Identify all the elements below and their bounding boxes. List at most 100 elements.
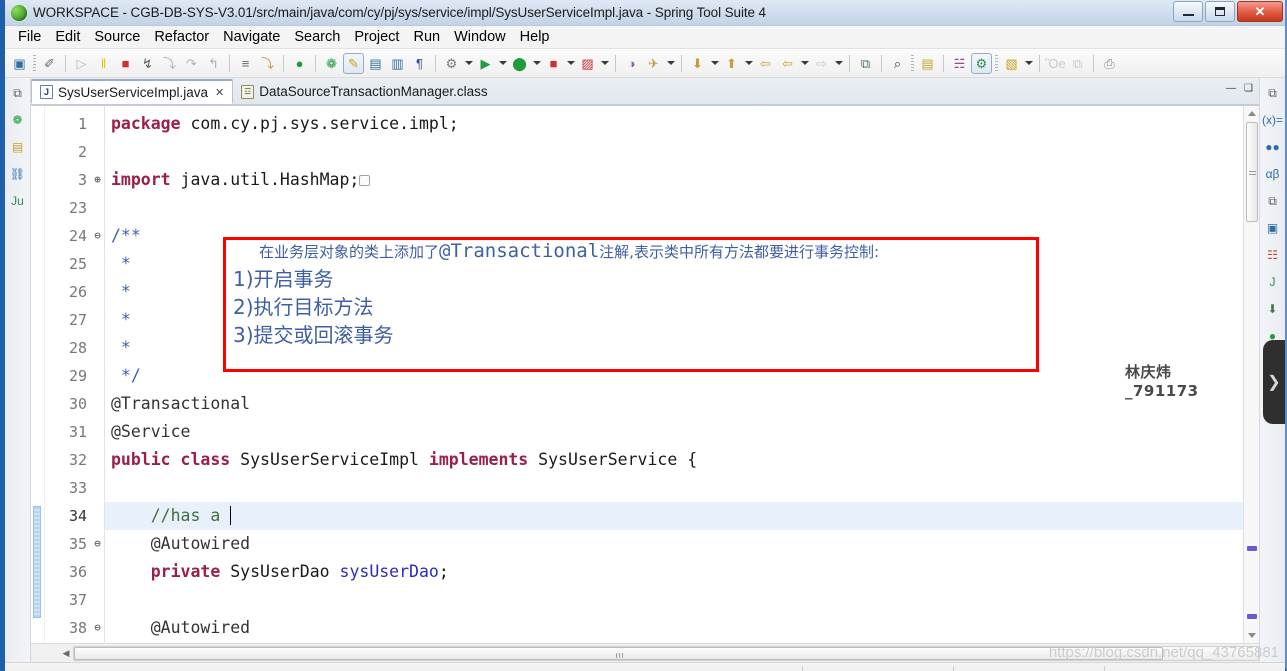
menu-item-search[interactable]: Search [287,28,347,46]
fold-toggle[interactable] [91,138,104,166]
chevron-down-icon[interactable] [743,61,754,65]
scroll-left-arrow[interactable]: ◀ [59,648,73,659]
back-icon[interactable]: ⇦ [755,53,776,74]
terminate-icon[interactable]: ■ [115,53,136,74]
drop-to-frame-icon[interactable]: ⤵ [257,53,278,74]
code-line[interactable]: @Autowired [105,614,1243,642]
open-task-icon[interactable]: ▤ [917,53,938,74]
variables-view-icon[interactable]: (x)= [1262,111,1283,129]
menu-item-navigate[interactable]: Navigate [216,28,287,46]
overview-mark[interactable] [1247,614,1257,619]
code-line[interactable]: * [105,306,1243,334]
code-line[interactable]: package com.cy.pj.sys.service.impl; [105,110,1243,138]
fold-toggle[interactable] [91,418,104,446]
launch-icon[interactable]: ✈ [643,53,664,74]
resume-icon[interactable]: ▷ [71,53,92,74]
step-return-icon[interactable]: ↰ [203,53,224,74]
forward-icon[interactable]: ⇦ [777,53,798,74]
close-icon[interactable]: ✕ [215,86,224,99]
spring-icon[interactable]: ❁ [321,53,342,74]
menu-item-window[interactable]: Window [447,28,513,46]
skip-breakpoints-icon[interactable]: ≡ [235,53,256,74]
boot-dashboard-view-icon[interactable]: ⬇ [1264,300,1282,318]
fold-toggle[interactable] [91,502,104,530]
scroll-up-arrow[interactable] [1248,111,1256,116]
maximize-button[interactable] [1205,1,1235,22]
horizontal-scroll-thumb[interactable] [74,646,1164,660]
editor-tab-2[interactable]: ☲ DataSourceTransactionManager.class [233,79,495,104]
boot-dashboard-icon[interactable]: ● [289,53,310,74]
suspend-icon[interactable]: ‖ [93,53,114,74]
spring-perspective-icon[interactable]: ⚙ [971,52,992,74]
menu-item-project[interactable]: Project [347,28,406,46]
new-window-icon[interactable]: ⧉ [855,53,876,74]
fold-toggle[interactable] [91,278,104,306]
debug-icon[interactable]: ⬤ [509,53,530,74]
fold-toggle[interactable] [91,558,104,586]
collapsed-imports-icon[interactable] [359,175,371,186]
chevron-down-icon[interactable] [599,61,610,65]
expressions-view-icon[interactable]: αβ [1264,165,1282,183]
outline-icon[interactable]: ⛓ [9,165,27,183]
minimize-button[interactable] [1173,1,1203,22]
download-icon[interactable]: ⬇ [687,53,708,74]
breakpoints-view-icon[interactable]: ●● [1264,138,1282,156]
code-line[interactable] [105,138,1243,166]
chevron-down-icon[interactable] [565,61,576,65]
close-button[interactable]: ✕ [1237,1,1283,22]
java-perspective-icon[interactable]: ☵ [949,53,970,74]
code-line[interactable]: public class SysUserServiceImpl implemen… [105,446,1243,474]
fold-toggle[interactable] [91,334,104,362]
code-line[interactable] [105,194,1243,222]
horizontal-scroll-track[interactable] [73,645,1259,661]
toolbar-drag-handle[interactable] [911,54,914,72]
open-perspective-icon[interactable]: ◑ [621,53,642,74]
open-perspective-button[interactable]: ▧ [1001,53,1022,74]
code-line[interactable]: @Service [105,418,1243,446]
code-line[interactable]: //has a [105,502,1243,530]
javadoc-view-icon[interactable]: J [1264,273,1282,291]
menu-item-refactor[interactable]: Refactor [147,28,216,46]
mark-occurrences-icon[interactable]: ¶ [409,53,430,74]
servers-view-icon[interactable]: ☷ [1264,246,1282,264]
scroll-down-arrow[interactable] [1248,633,1256,638]
code-line[interactable]: private SysUserDao sysUserDao; [105,558,1243,586]
minimize-view-icon[interactable]: ⧉ [1264,84,1282,102]
coverage-icon[interactable]: ▨ [577,53,598,74]
menu-item-source[interactable]: Source [87,28,147,46]
project-explorer-icon[interactable]: ▤ [9,138,27,156]
junit-icon[interactable]: Ju [9,192,27,210]
toolbar-drag-handle[interactable] [995,54,998,72]
new-java-package-icon[interactable]: ▥ [387,53,408,74]
minimize-editor-icon[interactable]: — [1226,83,1236,94]
code-editor[interactable]: 1 2 3 23 24 25 26 27 28 29 30 31 32 33 34 35 36 37 38 ⊕ ⊖ ⊖ ⊖… [31,105,1259,643]
chevron-down-icon[interactable] [833,61,844,65]
code-line[interactable]: @Transactional [105,390,1243,418]
menu-item-file[interactable]: File [11,28,48,46]
search-icon[interactable]: ⌕ [887,53,908,74]
overview-mark[interactable] [1247,546,1257,551]
code-content[interactable]: package com.cy.pj.sys.service.impl; impor… [105,106,1243,643]
vertical-scroll-thumb[interactable] [1246,122,1258,222]
next-annotation-icon[interactable]: ⇨ [811,53,832,74]
editor-horizontal-scrollbar[interactable]: ◀ [31,643,1259,662]
disconnect-icon[interactable]: ↯ [137,53,158,74]
chevron-down-icon[interactable] [497,61,508,65]
step-into-icon[interactable]: ⤵ [159,53,180,74]
fold-toggle[interactable]: ⊕ [91,166,104,194]
code-line[interactable]: /** [105,222,1243,250]
maximize-editor-icon[interactable]: ❑ [1244,83,1253,94]
code-line[interactable]: * [105,250,1243,278]
menu-item-help[interactable]: Help [513,28,557,46]
stop-icon[interactable]: ■ [543,53,564,74]
fold-toggle[interactable] [91,446,104,474]
fold-toggle[interactable] [91,250,104,278]
chevron-down-icon[interactable] [799,61,810,65]
external-tools-icon[interactable]: ⚙ [441,53,462,74]
fold-toggle[interactable] [91,390,104,418]
chevron-down-icon[interactable] [531,61,542,65]
console-view-icon[interactable]: ▣ [1264,219,1282,237]
save-all-disabled-icon[interactable]: ⧉ [1067,53,1088,74]
toolbar-drag-handle[interactable] [33,54,36,72]
fold-toggle[interactable] [91,474,104,502]
